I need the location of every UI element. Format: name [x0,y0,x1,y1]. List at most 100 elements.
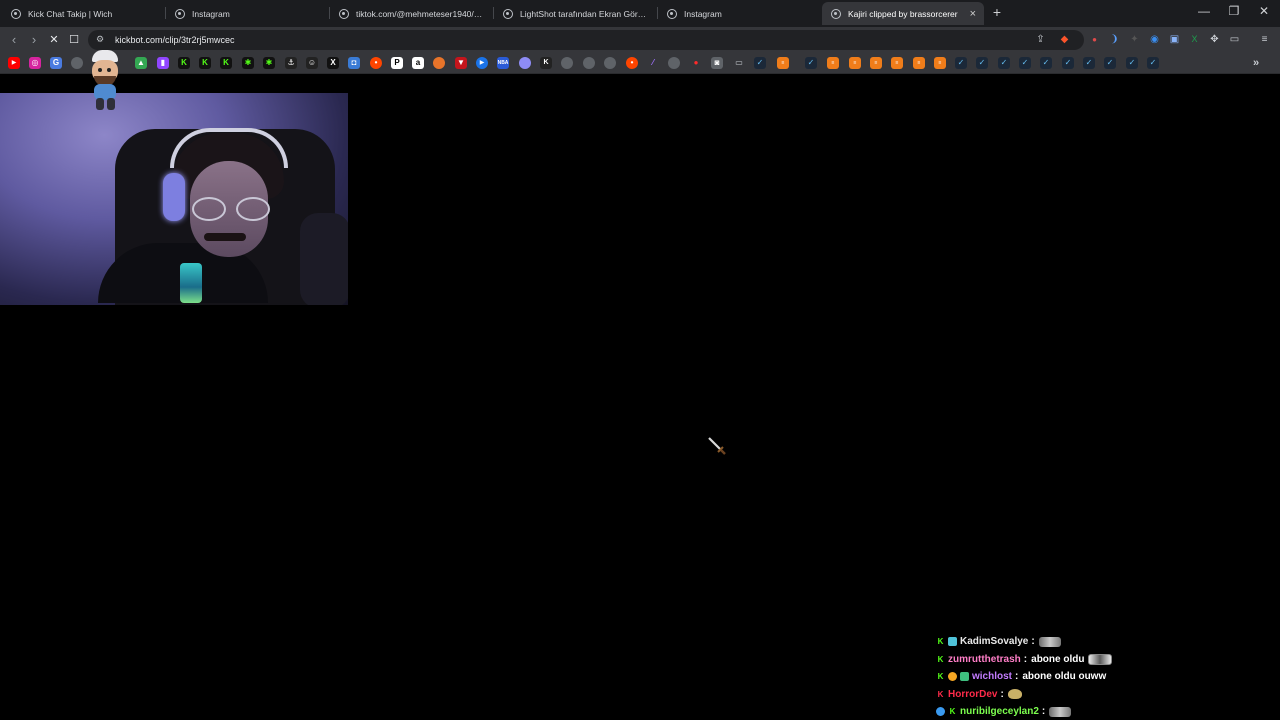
chat-username: wichlost [972,671,1013,683]
tab-instagram-2[interactable]: Instagram [658,2,820,25]
steam-icon[interactable]: ✓ [805,57,817,69]
steam-icon[interactable]: ✓ [955,57,967,69]
steam-icon[interactable]: ✓ [1040,57,1052,69]
close-window-button[interactable]: ✕ [1254,4,1274,18]
chat-message: K wichlost : abone oldu ouww [936,668,1136,686]
tab-kajiri-clip[interactable]: Kajiri clipped by brassorcerer × [822,2,984,25]
reddit-icon[interactable]: • [370,57,382,69]
orb-icon[interactable] [519,57,531,69]
orange-app-icon[interactable]: ≡ [891,57,903,69]
instagram-icon[interactable]: ◎ [29,57,41,69]
steam-icon[interactable]: ✓ [1019,57,1031,69]
coin-icon[interactable] [433,57,445,69]
folder-icon[interactable]: ▭ [733,57,745,69]
orange-app-icon[interactable]: ≡ [827,57,839,69]
subscriber-badge-icon [960,672,969,682]
url-text[interactable]: kickbot.com/clip/3tr2rj5mwcec [115,35,235,45]
tab-title: Instagram [684,8,722,19]
share-icon[interactable]: ⇪ [1034,33,1047,46]
x-icon[interactable]: X [327,57,339,69]
bookmarks-overflow-button[interactable]: » [1250,57,1262,69]
bookmark-button[interactable]: ☐ [66,32,82,48]
globe-icon[interactable] [583,57,595,69]
globe-icon [667,8,677,19]
bookmark-app-icon[interactable]: ◘ [348,57,360,69]
mascot-leg [107,98,115,110]
chat-username: KadimSovalye [960,636,1029,648]
new-tab-button[interactable]: + [990,4,1004,20]
chair-arm [300,213,348,305]
globe-icon[interactable] [604,57,616,69]
globe-icon [503,8,513,19]
back-button[interactable]: ‹ [6,32,22,48]
kick-tools-icon[interactable]: K [540,57,552,69]
forward-button[interactable]: › [26,32,42,48]
kick-badge-icon: K [937,654,944,664]
chat-message: K KadimSovalye : [936,633,1136,651]
app-icon[interactable]: ◙ [711,57,723,69]
tab-kick-chat[interactable]: Kick Chat Takip | Wich [2,2,162,25]
orange-app-icon[interactable]: ≡ [913,57,925,69]
chat-separator: : [1023,653,1028,665]
steam-icon[interactable]: ✓ [1083,57,1095,69]
amazon-icon[interactable]: a [412,57,424,69]
headphone-cup [163,173,185,221]
p-app-icon[interactable]: P [391,57,403,69]
play-icon[interactable]: ▶ [476,57,488,69]
steam-icon[interactable]: ✓ [1062,57,1074,69]
ublock-icon[interactable]: ● [1088,33,1101,46]
kickbot-icon[interactable]: ✱ [242,57,254,69]
tab-close-button[interactable]: × [964,8,976,20]
steam-icon[interactable]: ✓ [1126,57,1138,69]
brave-shields-icon[interactable]: ◆ [1058,33,1071,46]
kick-icon[interactable]: K [178,57,190,69]
menu-icon[interactable]: ≡ [1258,33,1271,46]
steam-icon[interactable]: ✓ [1104,57,1116,69]
twitch-icon[interactable]: ▮ [157,57,169,69]
extension-icon[interactable]: ▣ [1168,33,1181,46]
steam-icon[interactable]: ✓ [754,57,766,69]
youtube-icon[interactable]: ▶ [8,57,20,69]
chat-separator: : [1000,688,1004,700]
minimize-button[interactable]: — [1194,4,1214,18]
tab-tiktok[interactable]: tiktok.com/@mehmeteser1940/vide [330,2,492,25]
chat-emote [1049,706,1072,717]
kick-icon[interactable]: K [199,57,211,69]
steam-icon[interactable]: ✓ [1147,57,1159,69]
tab-title: tiktok.com/@mehmeteser1940/vide [356,8,484,19]
maximize-button[interactable]: ❐ [1224,4,1244,18]
excel-icon[interactable]: X [1188,33,1201,46]
puzzle-extensions-icon[interactable]: ✥ [1208,33,1221,46]
chat-username: nuribilgeceylan2 [960,706,1039,718]
globe-icon[interactable] [561,57,573,69]
extension-icon[interactable]: ✦ [1128,33,1141,46]
sidebar-icon[interactable]: ▭ [1228,33,1241,46]
reddit-icon[interactable]: • [626,57,638,69]
kickbot-icon[interactable]: ✱ [263,57,275,69]
drive-icon[interactable]: ▲ [135,57,147,69]
feather-icon[interactable]: ⁄ [647,57,659,69]
steam-icon[interactable]: ✓ [976,57,988,69]
red-dot-icon[interactable]: ● [690,57,702,69]
orange-app-icon[interactable]: ≡ [934,57,946,69]
stop-loading-button[interactable]: ✕ [46,32,62,48]
globe-icon[interactable] [668,57,680,69]
steam-icon[interactable]: ✓ [998,57,1010,69]
translate-icon[interactable]: G [50,57,62,69]
mustache [204,233,246,241]
tab-lightshot[interactable]: LightShot tarafından Ekran Görüntüs [494,2,656,25]
extension-icon[interactable]: ◉ [1148,33,1161,46]
orange-app-icon[interactable]: ≡ [849,57,861,69]
anchor-icon[interactable]: ⚓ [285,57,297,69]
orange-app-icon[interactable]: ≡ [870,57,882,69]
tab-title: LightShot tarafından Ekran Görüntüs [520,8,648,19]
nba-icon[interactable]: NBA [497,57,509,69]
tab-instagram[interactable]: Instagram [166,2,328,25]
discord-icon[interactable]: ☺ [306,57,318,69]
kick-icon[interactable]: K [220,57,232,69]
red-app-icon[interactable]: ▼ [455,57,467,69]
extension-icon[interactable]: ❩ [1108,33,1121,46]
address-bar[interactable]: ⚙ kickbot.com/clip/3tr2rj5mwcec [88,30,1084,50]
orange-app-icon[interactable]: ≡ [777,57,789,69]
tune-icon[interactable]: ⚙ [96,34,104,45]
